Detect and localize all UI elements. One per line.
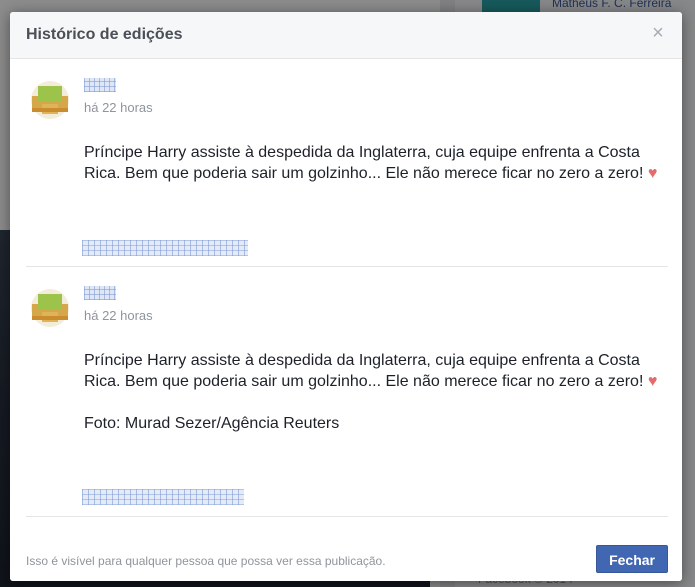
post-text: Príncipe Harry assiste à despedida da In… [84,350,664,434]
dialog-header: Histórico de edições × [10,12,682,59]
edit-history-dialog: Histórico de edições × há 22 horas Prínc… [10,12,682,581]
dialog-footer: Isso é visível para qualquer pessoa que … [10,517,682,581]
avatar[interactable] [28,78,72,122]
close-button[interactable]: Fechar [596,545,668,573]
post-link[interactable] [82,240,248,256]
post-text: Príncipe Harry assiste à despedida da In… [84,142,664,184]
post-link[interactable] [82,489,244,505]
timestamp[interactable]: há 22 horas [84,308,153,323]
heart-icon: ♥ [647,165,658,182]
heart-icon: ♥ [647,373,658,390]
close-icon[interactable]: × [648,23,668,43]
post-text-body: Príncipe Harry assiste à despedida da In… [84,144,644,182]
post-text-body: Príncipe Harry assiste à despedida da In… [84,352,644,390]
visibility-note: Isso é visível para qualquer pessoa que … [26,554,386,568]
avatar[interactable] [28,286,72,330]
divider [26,266,668,267]
photo-credit: Foto: Murad Sezer/Agência Reuters [84,415,340,432]
timestamp[interactable]: há 22 horas [84,100,153,115]
author-name[interactable] [84,78,116,92]
author-name[interactable] [84,286,116,300]
dialog-title: Histórico de edições [26,26,183,43]
